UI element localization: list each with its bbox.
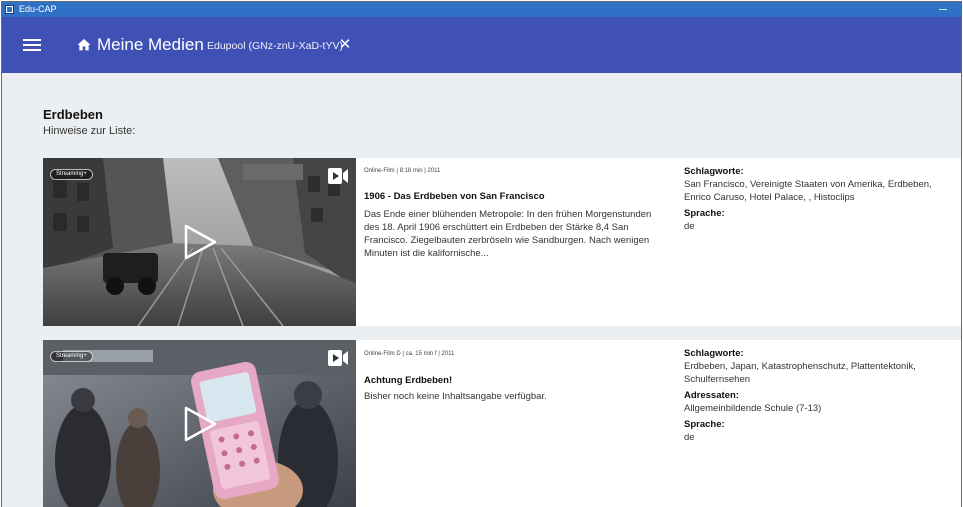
- keywords-value: Erdbeben, Japan, Katastrophenschutz, Pla…: [684, 361, 916, 385]
- keywords-value: San Francisco, Vereinigte Staaten von Am…: [684, 179, 932, 203]
- audience-value: Allgemeinbildende Schule (7-13): [684, 403, 822, 414]
- media-card[interactable]: Streaming+ Online-Film | 8:18 min | 2011…: [43, 158, 961, 326]
- video-thumbnail[interactable]: Streaming+: [43, 340, 356, 507]
- window-title: Edu-CAP: [19, 4, 57, 14]
- app-bar: Meine Medien Edupool (GNz-znU-XaD-tYV) ✕: [2, 17, 961, 73]
- play-icon[interactable]: [182, 406, 218, 442]
- media-properties: Schlagworte: San Francisco, Vereinigte S…: [684, 166, 961, 237]
- language-value: de: [684, 221, 695, 232]
- page-title: Meine Medien: [97, 35, 204, 54]
- streaming-badge: Streaming+: [50, 351, 93, 362]
- app-window: Edu-CAP Meine Medien Edupool (GNz-znU-Xa…: [1, 1, 962, 507]
- play-icon[interactable]: [182, 224, 218, 260]
- language-value: de: [684, 432, 695, 443]
- source-label: Edupool (GNz-znU-XaD-tYV): [207, 40, 343, 52]
- streaming-badge: Streaming+: [50, 169, 93, 180]
- menu-icon[interactable]: [23, 38, 41, 52]
- media-description: Bisher noch keine Inhaltsangabe verfügba…: [364, 391, 547, 402]
- video-thumbnail[interactable]: Streaming+: [43, 158, 356, 326]
- media-card[interactable]: Streaming+ Online-Film D | ca. 15 min f …: [43, 340, 961, 507]
- media-description: Das Ende einer blühenden Metropole: In d…: [364, 209, 652, 259]
- keywords-label: Schlagworte:: [684, 348, 744, 359]
- language-label: Sprache:: [684, 208, 725, 219]
- list-title: Erdbeben: [43, 107, 103, 122]
- media-properties: Schlagworte: Erdbeben, Japan, Katastroph…: [684, 348, 961, 448]
- home-icon[interactable]: [76, 37, 92, 53]
- audience-label: Adressaten:: [684, 390, 739, 401]
- media-title[interactable]: Achtung Erdbeben!: [364, 375, 452, 386]
- minimize-button[interactable]: [939, 9, 947, 10]
- app-icon: [5, 5, 14, 14]
- media-meta: Online-Film D | ca. 15 min f | 2011: [364, 351, 455, 357]
- keywords-label: Schlagworte:: [684, 166, 744, 177]
- close-icon[interactable]: ✕: [338, 37, 352, 52]
- language-label: Sprache:: [684, 419, 725, 430]
- list-hint: Hinweise zur Liste:: [43, 125, 136, 137]
- video-icon: [328, 168, 348, 184]
- video-icon: [328, 350, 348, 366]
- media-meta: Online-Film | 8:18 min | 2011: [364, 168, 441, 174]
- window-titlebar: Edu-CAP: [2, 2, 961, 17]
- media-title[interactable]: 1906 - Das Erdbeben von San Francisco: [364, 191, 545, 202]
- media-list: Erdbeben Hinweise zur Liste: Streaming+ …: [2, 73, 961, 507]
